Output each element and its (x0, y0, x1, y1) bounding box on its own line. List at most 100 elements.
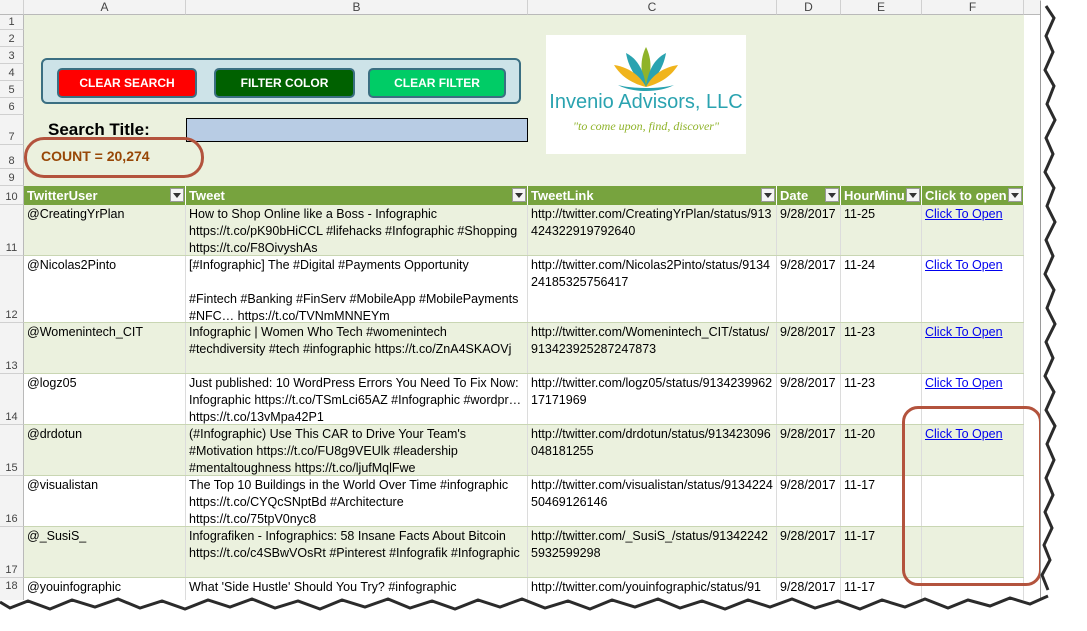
column-header-d[interactable]: D (777, 0, 841, 15)
logo-company-name: Invenio Advisors, LLC (549, 91, 743, 113)
clear-filter-button[interactable]: CLEAR FILTER (368, 68, 506, 98)
header-label: TwitterUser (27, 188, 98, 203)
column-header-b[interactable]: B (186, 0, 528, 15)
column-header-g[interactable] (1024, 0, 1040, 15)
header-tweet[interactable]: Tweet (186, 186, 528, 205)
cell-twitter-user[interactable]: @drdotun (24, 425, 186, 475)
header-label: Tweet (189, 188, 225, 203)
header-label: TweetLink (531, 188, 594, 203)
cell-tweet[interactable]: Just published: 10 WordPress Errors You … (186, 374, 528, 424)
row-header[interactable]: 13 (0, 323, 24, 374)
cell-click-to-open[interactable]: Click To Open (922, 205, 1024, 255)
row-header[interactable]: 1 (0, 15, 24, 30)
row-header[interactable]: 2 (0, 30, 24, 47)
table-header-row: TwitterUser Tweet TweetLink Date HourMin… (24, 186, 1024, 205)
row-header[interactable]: 15 (0, 425, 24, 476)
click-to-open-link[interactable]: Click To Open (925, 325, 1003, 339)
cell-date[interactable]: 9/28/2017 (777, 256, 841, 322)
row-header[interactable]: 10 (0, 186, 24, 205)
row-header[interactable]: 16 (0, 476, 24, 527)
cell-tweet[interactable]: Infografiken - Infographics: 58 Insane F… (186, 527, 528, 577)
cell-tweet-link[interactable]: http://twitter.com/logz05/status/9134239… (528, 374, 777, 424)
cell-date[interactable]: 9/28/2017 (777, 476, 841, 526)
lotus-logo-icon (614, 47, 678, 91)
cell-hour-minute[interactable]: 11-24 (841, 256, 922, 322)
row-header[interactable]: 17 (0, 527, 24, 578)
header-twitteruser[interactable]: TwitterUser (24, 186, 186, 205)
cell-twitter-user[interactable]: @logz05 (24, 374, 186, 424)
filter-dropdown-icon[interactable] (906, 188, 920, 202)
header-label: HourMinu (844, 188, 905, 203)
cell-tweet-link[interactable]: http://twitter.com/_SusiS_/status/913422… (528, 527, 777, 577)
cell-click-to-open[interactable]: Click To Open (922, 256, 1024, 322)
cell-date[interactable]: 9/28/2017 (777, 205, 841, 255)
cell-tweet[interactable]: How to Shop Online like a Boss - Infogra… (186, 205, 528, 255)
column-header-e[interactable]: E (841, 0, 922, 15)
click-to-open-highlight (902, 406, 1040, 586)
search-title-input[interactable] (186, 118, 528, 142)
column-header-a[interactable]: A (24, 0, 186, 15)
row-header[interactable]: 7 (0, 115, 24, 145)
click-to-open-link[interactable]: Click To Open (925, 376, 1003, 390)
row-header[interactable]: 8 (0, 145, 24, 169)
torn-edge-right (1040, 0, 1087, 631)
table-row: @Womenintech_CIT Infographic | Women Who… (24, 323, 1024, 374)
filter-dropdown-icon[interactable] (761, 188, 775, 202)
cell-twitter-user[interactable]: @Nicolas2Pinto (24, 256, 186, 322)
cell-tweet[interactable]: The Top 10 Buildings in the World Over T… (186, 476, 528, 526)
row-header[interactable]: 11 (0, 205, 24, 256)
cell-twitter-user[interactable]: @CreatingYrPlan (24, 205, 186, 255)
cell-tweet-link[interactable]: http://twitter.com/Nicolas2Pinto/status/… (528, 256, 777, 322)
cell-tweet[interactable]: (#Infographic) Use This CAR to Drive You… (186, 425, 528, 475)
click-to-open-link[interactable]: Click To Open (925, 258, 1003, 272)
table-row: @Nicolas2Pinto [#Infographic] The #Digit… (24, 256, 1024, 323)
count-label: COUNT = 20,274 (41, 148, 150, 164)
header-date[interactable]: Date (777, 186, 841, 205)
filter-dropdown-icon[interactable] (170, 188, 184, 202)
row-header[interactable]: 3 (0, 47, 24, 64)
cell-tweet[interactable]: Infographic | Women Who Tech #womenintec… (186, 323, 528, 373)
row-header[interactable]: 6 (0, 98, 24, 115)
torn-edge-bottom (0, 590, 1087, 631)
cell-click-to-open[interactable]: Click To Open (922, 323, 1024, 373)
cell-hour-minute[interactable]: 11-23 (841, 323, 922, 373)
click-to-open-link[interactable]: Click To Open (925, 207, 1003, 221)
header-label: Date (780, 188, 809, 203)
cell-tweet-link[interactable]: http://twitter.com/CreatingYrPlan/status… (528, 205, 777, 255)
header-click-to-open[interactable]: Click to open (922, 186, 1024, 205)
cell-date[interactable]: 9/28/2017 (777, 527, 841, 577)
cell-tweet[interactable]: [#Infographic] The #Digital #Payments Op… (186, 256, 528, 322)
filter-dropdown-icon[interactable] (1008, 188, 1022, 202)
cell-tweet-link[interactable]: http://twitter.com/Womenintech_CIT/statu… (528, 323, 777, 373)
cell-twitter-user[interactable]: @visualistan (24, 476, 186, 526)
row-header[interactable]: 9 (0, 169, 24, 186)
filter-color-button[interactable]: FILTER COLOR (214, 68, 355, 98)
table-row: @CreatingYrPlan How to Shop Online like … (24, 205, 1024, 256)
row-header[interactable]: 5 (0, 81, 24, 98)
row-header[interactable]: 4 (0, 64, 24, 81)
spreadsheet: A B C D E F 1 2 3 4 5 6 7 8 9 10 11 12 1… (0, 0, 1041, 600)
cell-tweet-link[interactable]: http://twitter.com/visualistan/status/91… (528, 476, 777, 526)
header-tweetlink[interactable]: TweetLink (528, 186, 777, 205)
logo-tagline: "to come upon, find, discover" (572, 119, 720, 133)
table-row: @_SusiS_ Infografiken - Infographics: 58… (24, 527, 1024, 578)
cell-date[interactable]: 9/28/2017 (777, 374, 841, 424)
clear-search-button[interactable]: CLEAR SEARCH (57, 68, 197, 98)
corner-cell[interactable] (0, 0, 24, 15)
cell-date[interactable]: 9/28/2017 (777, 425, 841, 475)
column-header-c[interactable]: C (528, 0, 777, 15)
cell-date[interactable]: 9/28/2017 (777, 323, 841, 373)
table-row: @drdotun (#Infographic) Use This CAR to … (24, 425, 1024, 476)
filter-dropdown-icon[interactable] (512, 188, 526, 202)
column-header-f[interactable]: F (922, 0, 1024, 15)
cell-hour-minute[interactable]: 11-25 (841, 205, 922, 255)
header-hourminute[interactable]: HourMinu (841, 186, 922, 205)
company-logo: Invenio Advisors, LLC "to come upon, fin… (546, 35, 746, 154)
table-row: @visualistan The Top 10 Buildings in the… (24, 476, 1024, 527)
filter-dropdown-icon[interactable] (825, 188, 839, 202)
cell-twitter-user[interactable]: @_SusiS_ (24, 527, 186, 577)
row-header[interactable]: 12 (0, 256, 24, 323)
cell-tweet-link[interactable]: http://twitter.com/drdotun/status/913423… (528, 425, 777, 475)
row-header[interactable]: 14 (0, 374, 24, 425)
cell-twitter-user[interactable]: @Womenintech_CIT (24, 323, 186, 373)
